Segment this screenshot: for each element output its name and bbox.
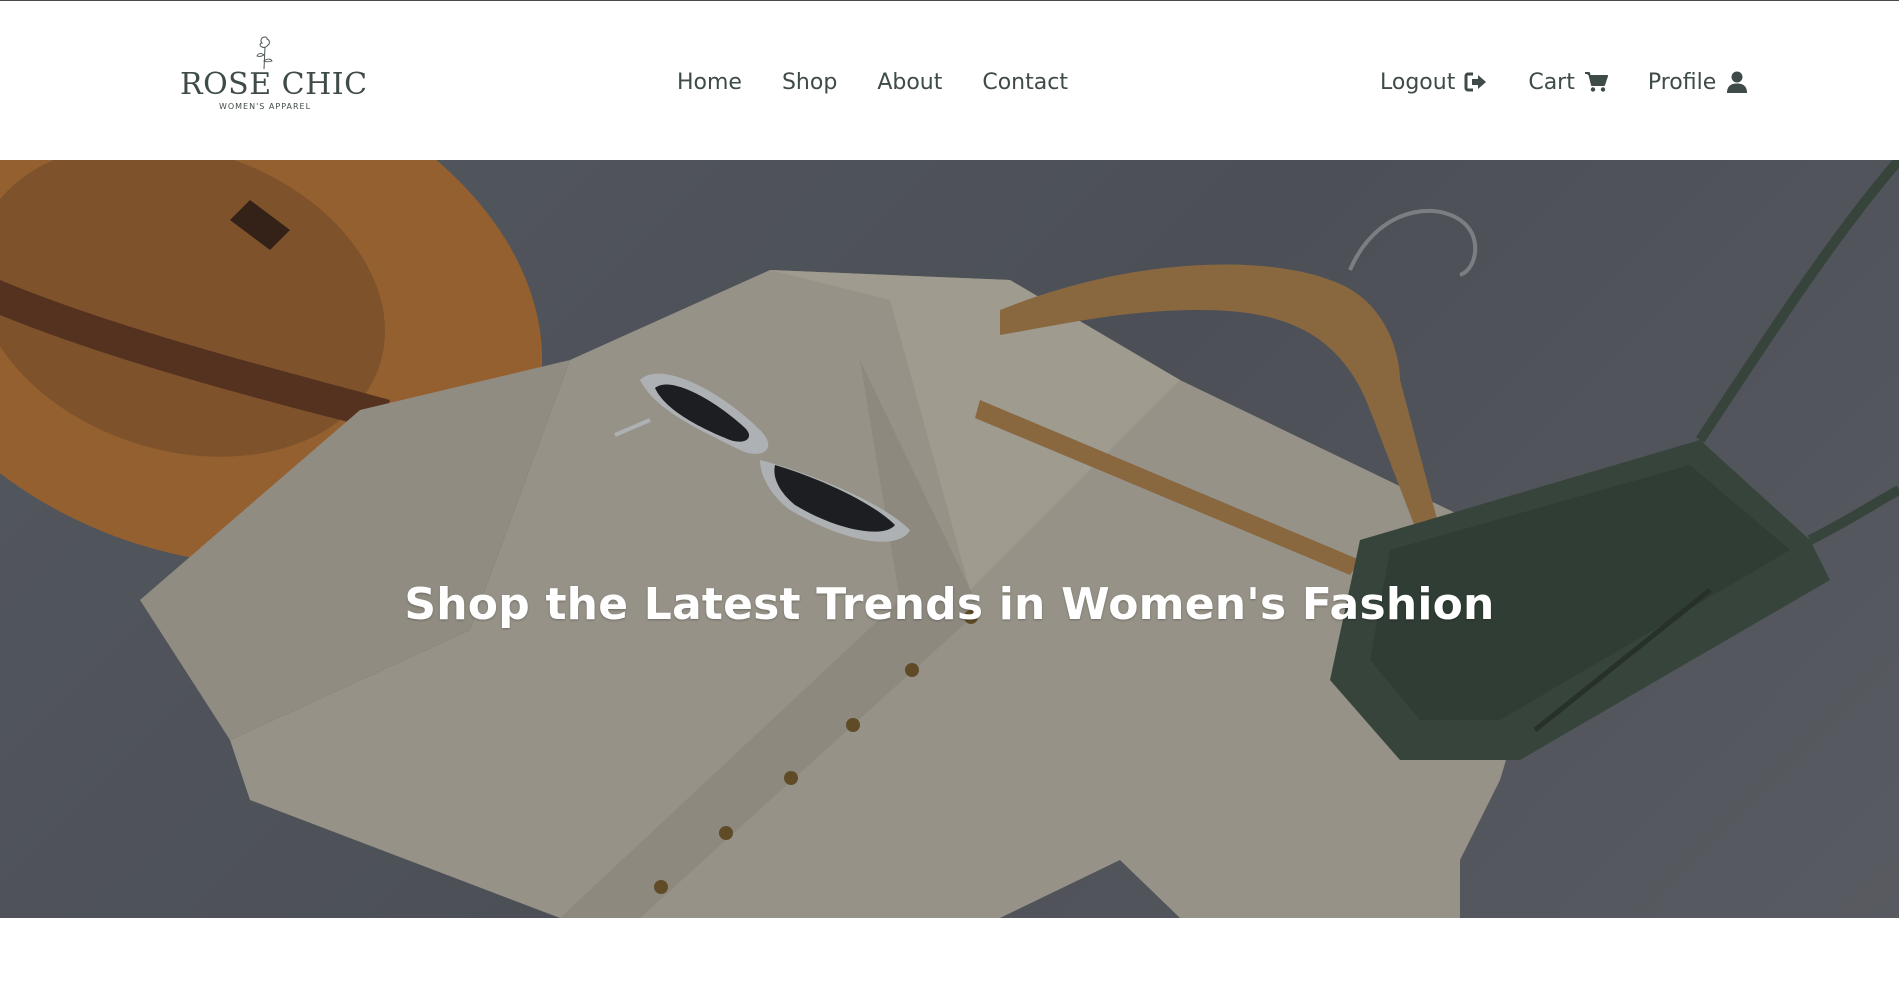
rose-icon bbox=[256, 36, 273, 70]
cart-label: Cart bbox=[1528, 69, 1575, 95]
nav-contact-link[interactable]: Contact bbox=[982, 70, 1068, 95]
shopping-cart-icon bbox=[1584, 71, 1608, 93]
nav-shop-link[interactable]: Shop bbox=[782, 70, 837, 95]
brand-tagline: WOMEN'S APPAREL bbox=[218, 102, 312, 111]
hero-banner: Shop the Latest Trends in Women's Fashio… bbox=[0, 160, 1899, 918]
hero-title: Shop the Latest Trends in Women's Fashio… bbox=[404, 579, 1495, 631]
main-nav: Home Shop About Contact bbox=[677, 67, 1068, 97]
user-icon bbox=[1725, 71, 1749, 93]
logout-link[interactable]: Logout bbox=[1380, 70, 1488, 95]
nav-about-link[interactable]: About bbox=[877, 70, 942, 95]
profile-link[interactable]: Profile bbox=[1648, 70, 1749, 95]
logout-label: Logout bbox=[1380, 69, 1456, 95]
brand-logo[interactable]: ROSE CHIC WOMEN'S APPAREL bbox=[180, 31, 368, 121]
page-content-area bbox=[0, 918, 1899, 990]
brand-name: ROSE CHIC bbox=[180, 67, 368, 102]
cart-link[interactable]: Cart bbox=[1528, 70, 1608, 95]
nav-home-link[interactable]: Home bbox=[677, 70, 742, 95]
site-header: ROSE CHIC WOMEN'S APPAREL Home Shop Abou… bbox=[0, 1, 1899, 160]
hero-overlay bbox=[0, 160, 1899, 918]
user-nav: Logout Cart Profile bbox=[1380, 67, 1749, 97]
sign-out-icon bbox=[1464, 71, 1488, 93]
profile-label: Profile bbox=[1647, 69, 1717, 95]
page: ROSE CHIC WOMEN'S APPAREL Home Shop Abou… bbox=[0, 0, 1899, 990]
